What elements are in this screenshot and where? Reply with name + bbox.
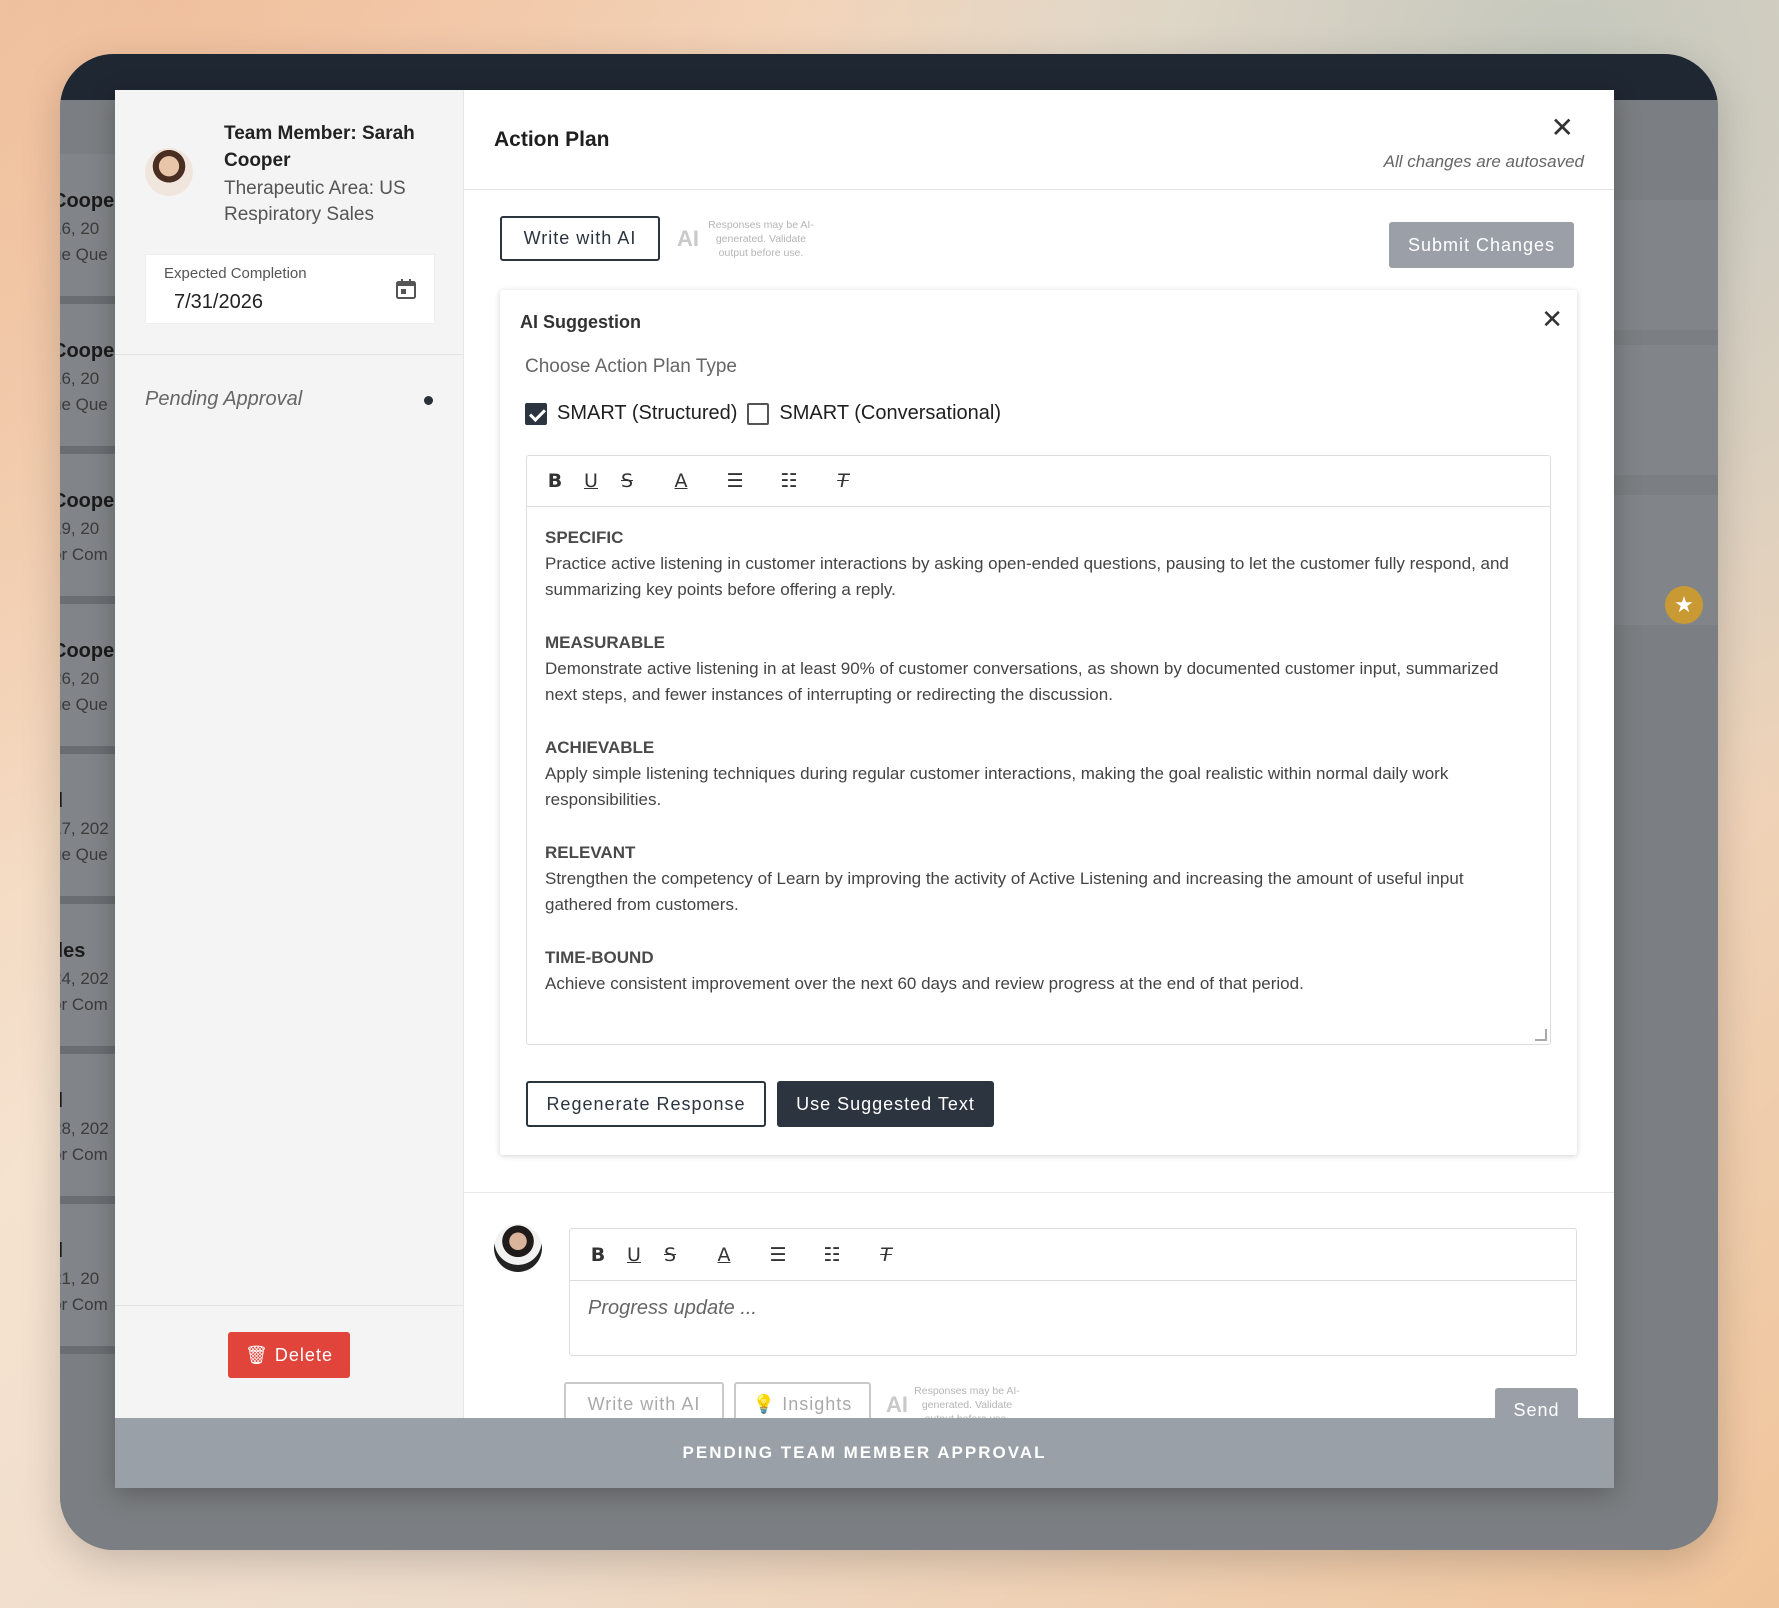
expected-completion-field[interactable]: Expected Completion 7/31/2026 <box>145 254 435 324</box>
bullet-list-icon[interactable]: ☰ <box>768 1244 788 1266</box>
expected-completion-value[interactable]: 7/31/2026 <box>174 291 416 314</box>
underline-icon[interactable]: U <box>624 1244 644 1266</box>
close-icon[interactable]: ✕ <box>1551 114 1574 142</box>
submit-changes-button[interactable]: Submit Changes <box>1389 222 1574 268</box>
numbered-list-icon[interactable]: ☷ <box>822 1244 842 1266</box>
editor-content[interactable]: SPECIFIC Practice active listening in cu… <box>527 507 1550 1042</box>
bold-icon[interactable]: B <box>588 1244 608 1266</box>
action-plan-modal: Team Member: Sarah Cooper Therapeutic Ar… <box>115 90 1614 1488</box>
strikethrough-icon[interactable]: S <box>660 1244 680 1266</box>
therapeutic-area: Therapeutic Area: US Respiratory Sales <box>224 178 406 225</box>
background-right-panel <box>1612 100 1718 1550</box>
background-card <box>1612 345 1718 475</box>
background-list-item: Cooper16, 20ue Que <box>60 154 120 304</box>
plan-type-options: SMART (Structured) SMART (Conversational… <box>525 402 1011 425</box>
background-list-item: Cooper26, 20ue Que <box>60 604 120 754</box>
choose-type-label: Choose Action Plan Type <box>525 356 737 377</box>
background-list-item: Cooper19, 20or Com <box>60 454 120 604</box>
divider <box>115 354 463 355</box>
lightbulb-icon: 💡 <box>752 1393 777 1414</box>
section-text: Demonstrate active listening in at least… <box>545 659 1499 704</box>
option-label: SMART (Structured) <box>557 402 738 424</box>
background-list-item: ll28, 202or Com <box>60 1054 120 1204</box>
delete-label: Delete <box>274 1344 333 1365</box>
checkbox-checked[interactable] <box>525 402 547 425</box>
bullet-list-icon[interactable]: ☰ <box>725 470 745 492</box>
underline-icon[interactable]: U <box>581 470 601 492</box>
background-card <box>1612 200 1718 330</box>
section-heading: TIME-BOUND <box>545 948 654 967</box>
star-icon: ★ <box>1665 586 1703 624</box>
resize-handle[interactable] <box>1535 1029 1547 1041</box>
section-heading: SPECIFIC <box>545 528 624 547</box>
checkbox-unchecked[interactable] <box>747 402 770 425</box>
divider <box>464 1192 1614 1193</box>
avatar <box>494 1224 542 1272</box>
section-text: Strengthen the competency of Learn by im… <box>545 869 1464 914</box>
suggestion-editor[interactable]: B U S A ☰ ☷ T SPECIFIC Practice active l… <box>526 455 1551 1045</box>
member-details: Team Member: Sarah Cooper Therapeutic Ar… <box>224 120 454 228</box>
ai-icon: AI <box>677 226 699 251</box>
editor-toolbar: B U S A ☰ ☷ T <box>570 1229 1576 1281</box>
background-list-item: ll17, 202ue Que <box>60 754 120 904</box>
ai-suggestion-title: AI Suggestion <box>520 312 641 332</box>
page-title: Action Plan <box>494 128 610 151</box>
autosave-note: All changes are autosaved <box>1383 152 1584 171</box>
clear-format-icon[interactable]: T <box>833 470 853 492</box>
modal-header: Action Plan ✕ All changes are autosaved <box>464 90 1614 190</box>
approval-status-bar: PENDING TEAM MEMBER APPROVAL <box>115 1418 1614 1488</box>
background-list: Cooper16, 20ue Que Cooper16, 20ue Que Co… <box>60 154 120 1354</box>
bold-icon[interactable]: B <box>545 470 565 492</box>
background-list-item: iles24, 202or Com <box>60 904 120 1054</box>
section-heading: ACHIEVABLE <box>545 738 655 757</box>
progress-update-editor[interactable]: B U S A ☰ ☷ T Progress update ... <box>569 1228 1577 1356</box>
member-sidebar: Team Member: Sarah Cooper Therapeutic Ar… <box>115 90 464 1418</box>
action-plan-pane: Action Plan ✕ All changes are autosaved … <box>464 90 1614 1432</box>
text-color-icon[interactable]: A <box>714 1244 734 1266</box>
trash-icon: 🗑 <box>245 1344 269 1365</box>
section-heading: MEASURABLE <box>545 633 665 652</box>
calendar-icon[interactable] <box>394 277 418 301</box>
strikethrough-icon[interactable]: S <box>617 470 637 492</box>
text-color-icon[interactable]: A <box>671 470 691 492</box>
background-list-item: ll21, 20or Com <box>60 1204 120 1354</box>
option-label: SMART (Conversational) <box>779 402 1001 424</box>
member-name: Team Member: Sarah Cooper <box>224 123 415 171</box>
write-with-ai-button[interactable]: Write with AI <box>500 216 660 261</box>
ai-suggestion-card: AI Suggestion ✕ Choose Action Plan Type … <box>500 290 1577 1155</box>
section-text: Achieve consistent improvement over the … <box>545 974 1304 993</box>
avatar <box>145 148 193 196</box>
expected-completion-label: Expected Completion <box>164 265 307 282</box>
ai-icon: AI <box>886 1392 908 1417</box>
section-text: Apply simple listening techniques during… <box>545 764 1449 809</box>
smart-conversational-option[interactable]: SMART (Conversational) <box>747 402 1001 425</box>
status-row: Pending Approval <box>145 388 433 411</box>
status-text: Pending Approval <box>145 388 303 410</box>
section-heading: RELEVANT <box>545 843 636 862</box>
smart-structured-option[interactable]: SMART (Structured) <box>525 402 737 425</box>
divider <box>115 1305 463 1306</box>
ai-disclaimer: Responses may be AI-generated. Validate … <box>708 219 814 259</box>
insights-label: Insights <box>782 1393 853 1414</box>
close-icon[interactable]: ✕ <box>1541 306 1563 332</box>
progress-update-input[interactable]: Progress update ... <box>570 1281 1576 1336</box>
section-text: Practice active listening in customer in… <box>545 554 1509 599</box>
use-suggested-text-button[interactable]: Use Suggested Text <box>777 1081 994 1127</box>
editor-toolbar: B U S A ☰ ☷ T <box>527 456 1550 507</box>
regenerate-response-button[interactable]: Regenerate Response <box>526 1081 766 1127</box>
numbered-list-icon[interactable]: ☷ <box>779 470 799 492</box>
background-list-item: Cooper16, 20ue Que <box>60 304 120 454</box>
status-dot <box>424 396 433 405</box>
delete-button[interactable]: 🗑 Delete <box>228 1332 350 1378</box>
clear-format-icon[interactable]: T <box>876 1244 896 1266</box>
